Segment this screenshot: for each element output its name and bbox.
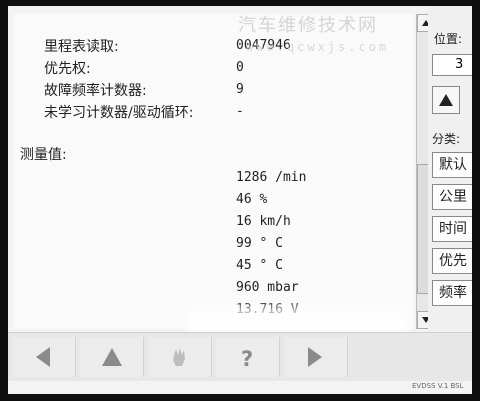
- position-field[interactable]: 3: [432, 54, 472, 76]
- print-button[interactable]: [148, 337, 212, 377]
- measurement-value: 1286 /min: [236, 170, 307, 185]
- measurement-value: 99 ° C: [236, 236, 283, 251]
- fault-details-panel: 里程表读取: 0047946 优先权: 0 故障频率计数器: 9 未学习计数器/…: [14, 14, 414, 329]
- watermark-title: 汽车维修技术网: [238, 15, 378, 36]
- help-button[interactable]: ?: [216, 337, 280, 377]
- triangle-up-icon: [439, 94, 453, 106]
- field-label-priority: 优先权:: [44, 61, 91, 77]
- field-label-odometer: 里程表读取:: [44, 39, 119, 55]
- arrow-left-icon: [36, 347, 50, 367]
- category-frequency-button[interactable]: 频率: [432, 280, 472, 306]
- category-mileage-button[interactable]: 公里: [432, 184, 472, 210]
- up-button[interactable]: [80, 337, 144, 377]
- forward-button[interactable]: [284, 337, 348, 377]
- back-button[interactable]: [12, 337, 76, 377]
- position-label: 位置:: [434, 32, 463, 46]
- measurement-value: 960 mbar: [236, 280, 299, 295]
- navigation-toolbar: ?: [8, 332, 472, 381]
- status-bar-text: EVDSS V.1 BSL: [412, 382, 464, 390]
- svg-text:?: ?: [241, 347, 253, 371]
- measurement-value: 46 %: [236, 192, 268, 207]
- field-value-priority: 0: [236, 60, 244, 75]
- field-value-frequency-counter: 9: [236, 82, 244, 97]
- category-label: 分类:: [432, 132, 461, 146]
- watermark-url: www.qcwxjs.com: [246, 40, 390, 54]
- measurement-value: 45 ° C: [236, 258, 283, 273]
- field-value-unlearn-counter: -: [236, 104, 244, 119]
- position-up-button[interactable]: [432, 86, 460, 114]
- question-mark-icon: ?: [241, 347, 253, 371]
- measurements-heading: 测量值:: [20, 147, 67, 163]
- arrow-up-icon: [102, 348, 122, 366]
- category-priority-button[interactable]: 优先: [432, 248, 472, 274]
- field-label-unlearn-counter: 未学习计数器/驱动循环:: [44, 105, 194, 121]
- arrow-right-icon: [308, 347, 322, 367]
- field-label-frequency-counter: 故障频率计数器:: [44, 83, 147, 99]
- diagnostic-window: 里程表读取: 0047946 优先权: 0 故障频率计数器: 9 未学习计数器/…: [8, 6, 472, 394]
- category-time-button[interactable]: 时间: [432, 216, 472, 242]
- hand-icon: [173, 348, 185, 366]
- right-sidebar: 位置: 3 分类: 默认 公里 时间 优先 频率: [428, 6, 472, 336]
- category-default-button[interactable]: 默认: [432, 152, 472, 178]
- measurement-value: 16 km/h: [236, 214, 291, 229]
